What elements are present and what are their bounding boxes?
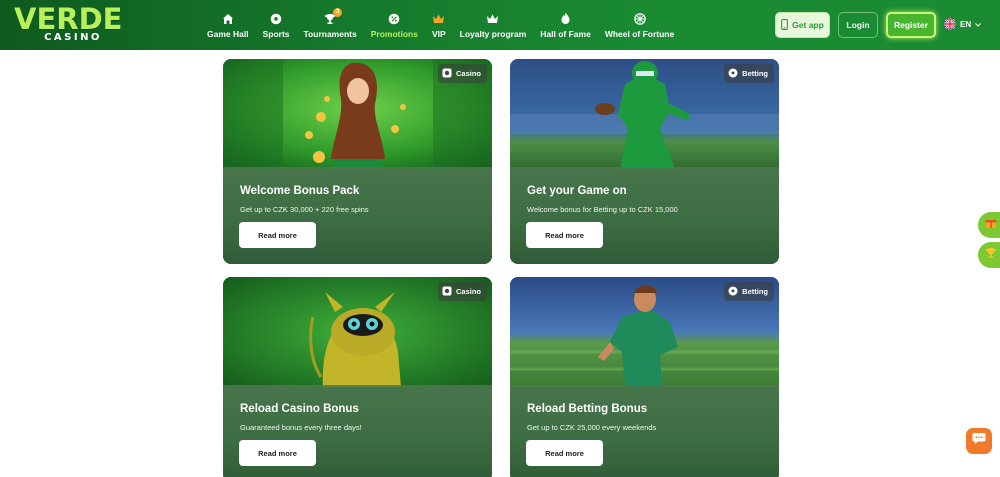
nav-label: Game Hall (207, 28, 249, 39)
promo-subtitle: Guaranteed bonus every three days! (240, 423, 362, 432)
phone-icon (781, 18, 789, 32)
promo-title: Welcome Bonus Pack (240, 185, 360, 197)
nav-item-promotions[interactable]: Promotions (364, 0, 425, 50)
card-body (510, 167, 779, 264)
nav-label: Sports (262, 28, 290, 39)
read-more-button[interactable]: Read more (239, 440, 316, 466)
nav-item-wheel-of-fortune[interactable]: Wheel of Fortune (598, 0, 681, 50)
nav-label: Promotions (370, 28, 418, 39)
promo-card-reload-betting-bonus[interactable]: Betting Reload Betting Bonus Get up to C… (510, 277, 779, 477)
promo-title: Get your Game on (527, 185, 627, 197)
category-tag: Betting (724, 282, 774, 301)
promo-title: Reload Casino Bonus (240, 403, 359, 415)
category-tag: Betting (724, 64, 774, 83)
nav-label: VIP (431, 28, 446, 39)
promo-subtitle: Welcome bonus for Betting up to CZK 15,0… (527, 205, 678, 214)
category-label: Betting (742, 287, 768, 296)
crown-icon (432, 12, 445, 26)
language-selector[interactable]: EN (944, 18, 981, 30)
category-label: Betting (742, 69, 768, 78)
nav-item-hall-of-fame[interactable]: Hall of Fame (533, 0, 598, 50)
get-app-button[interactable]: Get app (775, 12, 830, 38)
soccer-ball-icon (728, 68, 738, 80)
promo-card-reload-casino-bonus[interactable]: Casino Reload Casino Bonus Guaranteed bo… (223, 277, 492, 477)
promo-subtitle: Get up to CZK 30,000 + 220 free spins (240, 205, 369, 214)
wheel-icon (633, 12, 646, 26)
promo-card-get-your-game-on[interactable]: Betting Get your Game on Welcome bonus f… (510, 59, 779, 264)
nav-label: Tournaments (303, 28, 357, 39)
promo-subtitle: Get up to CZK 25,000 every weekends (527, 423, 657, 432)
trophy-icon (985, 246, 997, 264)
category-tag: Casino (437, 64, 487, 83)
logo-main: VERDE (14, 2, 123, 36)
read-more-button[interactable]: Read more (239, 222, 316, 248)
category-label: Casino (455, 69, 481, 78)
trophy-icon: 3 (324, 7, 343, 26)
live-chat-button[interactable] (966, 428, 992, 454)
soccer-ball-icon (270, 12, 282, 26)
casino-chip-icon (442, 286, 452, 298)
category-tag: Casino (437, 282, 487, 301)
nav-label: Hall of Fame (540, 28, 591, 39)
crown-outline-icon (486, 12, 499, 26)
nav-item-sports[interactable]: Sports (256, 0, 297, 50)
percent-icon (388, 12, 400, 26)
home-icon (222, 12, 234, 26)
get-app-label: Get app (792, 20, 824, 30)
nav-item-vip[interactable]: VIP (425, 0, 453, 50)
nav-label: Wheel of Fortune (604, 28, 675, 39)
flame-icon (560, 12, 571, 26)
nav-label: Loyalty program (459, 28, 527, 39)
promo-card-welcome-bonus[interactable]: Casino Welcome Bonus Pack Get up to CZK … (223, 59, 492, 264)
language-label: EN (960, 19, 972, 29)
category-label: Casino (455, 287, 481, 296)
card-body (223, 167, 492, 264)
soccer-ball-icon (728, 286, 738, 298)
promo-title: Reload Betting Bonus (527, 403, 648, 415)
chevron-down-icon (975, 20, 981, 29)
register-button[interactable]: Register (886, 12, 936, 38)
casino-chip-icon (442, 68, 452, 80)
side-gift-button[interactable] (978, 212, 1000, 238)
chat-icon (972, 432, 986, 450)
gift-icon (985, 216, 997, 234)
nav-item-game-hall[interactable]: Game Hall (200, 0, 256, 50)
login-button[interactable]: Login (838, 12, 878, 38)
nav-item-tournaments[interactable]: 3 Tournaments (297, 0, 364, 50)
read-more-button[interactable]: Read more (526, 222, 603, 248)
notification-badge: 3 (333, 7, 343, 17)
logo[interactable]: VERDE CASINO (14, 2, 123, 44)
nav-item-loyalty-program[interactable]: Loyalty program (453, 0, 534, 50)
top-header: VERDE CASINO Game Hall Sports 3 Tourname… (0, 0, 1000, 50)
read-more-button[interactable]: Read more (526, 440, 603, 466)
uk-flag-icon (944, 18, 956, 30)
side-trophy-button[interactable] (978, 242, 1000, 268)
main-nav: Game Hall Sports 3 Tournaments Promotion… (200, 0, 681, 50)
